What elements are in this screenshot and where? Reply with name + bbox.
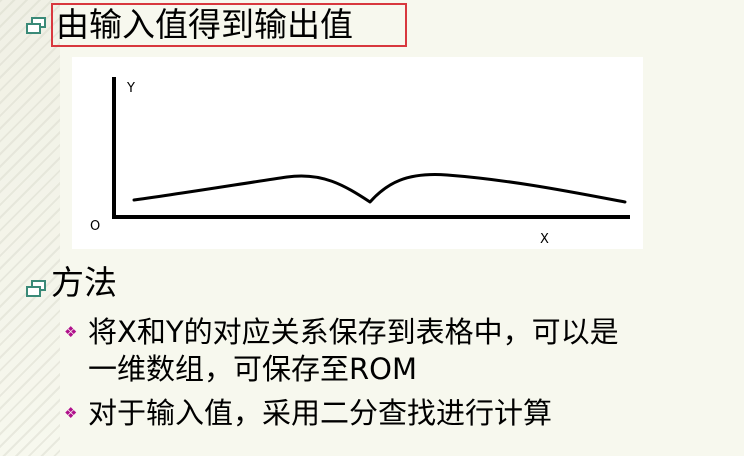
curve-diagram xyxy=(112,77,630,219)
x-axis-label: X xyxy=(540,232,549,247)
curve-figure: Y O X xyxy=(72,57,643,249)
bullet-1-line-1: 将X和Y的对应关系保存到表格中，可以是 xyxy=(88,315,619,349)
bullet-2-line-1: 对于输入值，采用二分查找进行计算 xyxy=(88,396,553,430)
input-output-curve xyxy=(132,173,627,204)
page-title: 由输入值得到输出值 xyxy=(56,5,353,44)
background-decoration xyxy=(0,0,60,456)
window-bullet-icon xyxy=(26,17,46,34)
bullet-1-line-2: 一维数组，可保存至ROM xyxy=(88,352,417,386)
title-highlight-box: 由输入值得到输出值 xyxy=(51,3,407,47)
diamond-bullet-icon: ❖ xyxy=(64,323,78,341)
section-heading: 方法 xyxy=(51,263,117,302)
window-bullet-icon xyxy=(26,280,46,297)
diamond-bullet-icon: ❖ xyxy=(64,404,78,422)
origin-label: O xyxy=(90,219,101,234)
y-axis-label: Y xyxy=(127,81,135,96)
